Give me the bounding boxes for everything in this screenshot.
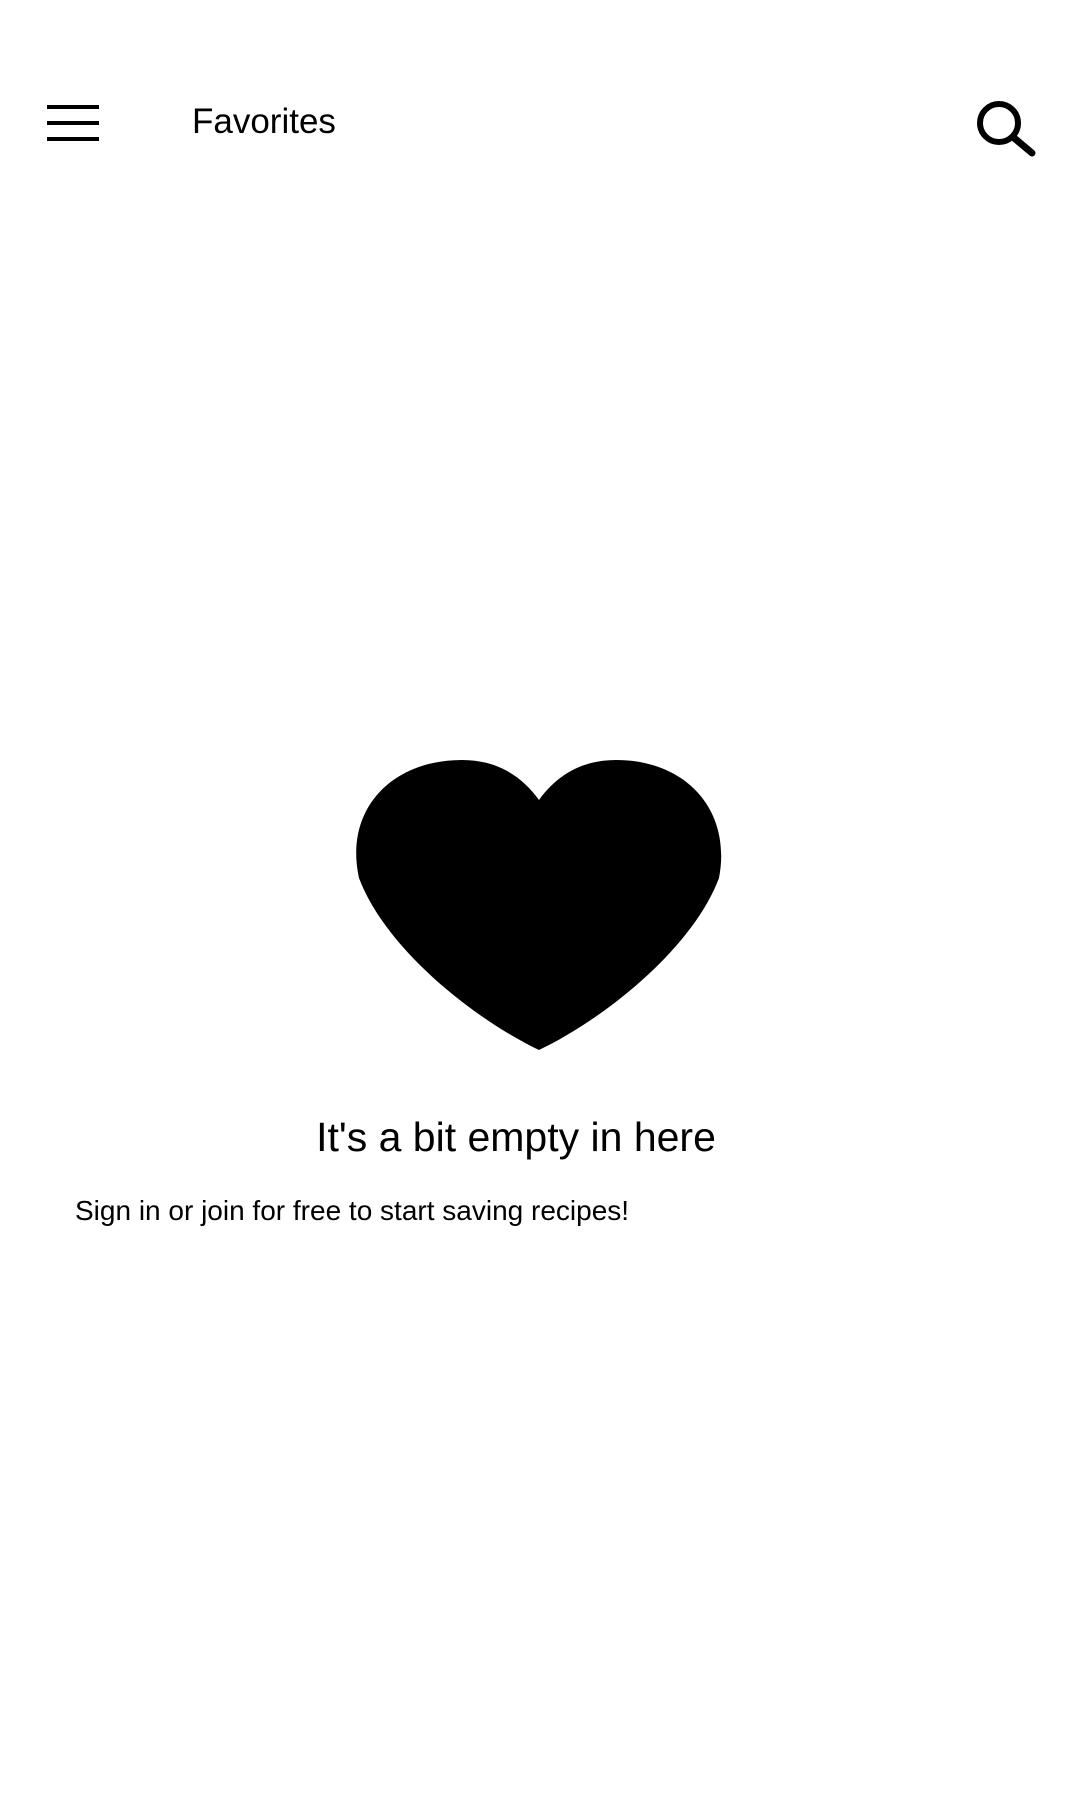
app-bar: Favorites <box>0 60 1080 190</box>
empty-state-subtitle: Sign in or join for free to start saving… <box>75 1195 630 1226</box>
search-button[interactable] <box>968 90 1044 166</box>
search-icon <box>977 101 1036 157</box>
empty-state-title: It's a bit empty in here <box>316 1114 716 1160</box>
page-title: Favorites <box>192 102 336 141</box>
hamburger-menu-icon <box>47 105 99 141</box>
menu-button[interactable] <box>40 90 106 156</box>
heart-icon <box>356 760 722 1050</box>
heart-icon-container <box>356 760 722 1050</box>
